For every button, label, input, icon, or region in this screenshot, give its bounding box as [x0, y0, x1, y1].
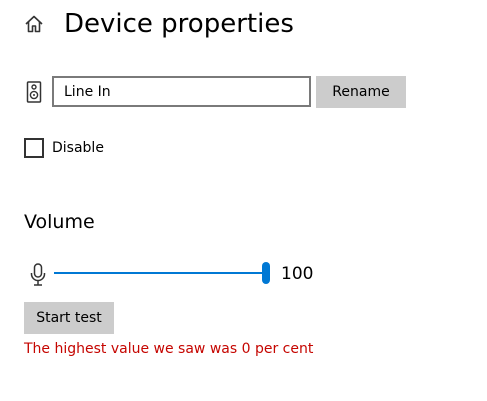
device-name-input[interactable]: [52, 76, 311, 107]
volume-heading: Volume: [24, 211, 95, 233]
microphone-icon: [29, 263, 47, 287]
volume-slider-track[interactable]: [54, 272, 270, 274]
page-title: Device properties: [64, 9, 294, 39]
disable-checkbox[interactable]: [24, 138, 44, 158]
speaker-icon: [26, 81, 42, 103]
start-test-button[interactable]: Start test: [24, 302, 114, 334]
volume-slider[interactable]: [54, 260, 270, 286]
volume-slider-thumb[interactable]: [262, 262, 270, 284]
test-result-text: The highest value we saw was 0 per cent: [24, 341, 314, 357]
rename-button[interactable]: Rename: [316, 76, 406, 108]
disable-label[interactable]: Disable: [52, 138, 104, 158]
home-button[interactable]: [22, 12, 46, 36]
volume-value: 100: [281, 264, 314, 284]
home-icon: [25, 15, 43, 33]
